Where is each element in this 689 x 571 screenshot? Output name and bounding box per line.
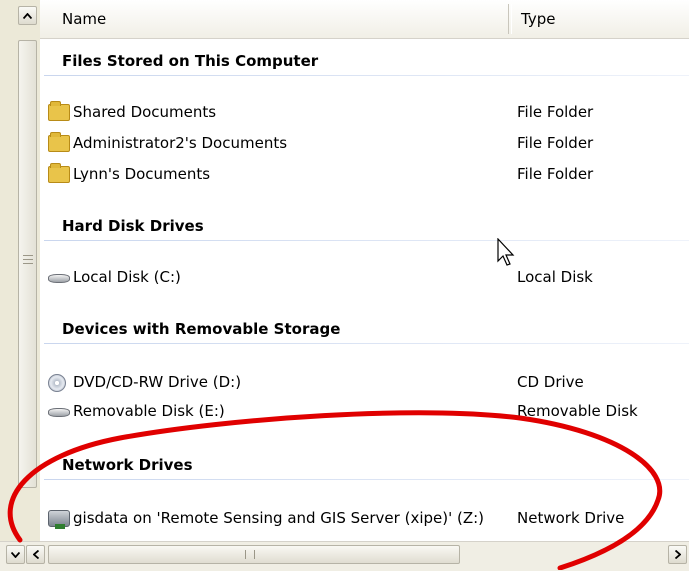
list-item[interactable]: Lynn's Documents File Folder (44, 163, 684, 185)
list-item[interactable]: gisdata on 'Remote Sensing and GIS Serve… (44, 507, 684, 529)
folder-icon (48, 132, 70, 152)
vertical-scroll-thumb[interactable] (18, 40, 37, 488)
item-type: File Folder (517, 103, 594, 121)
shared-folder-icon (48, 101, 70, 121)
item-type: Local Disk (517, 268, 593, 286)
column-divider[interactable] (508, 4, 512, 34)
item-type: CD Drive (517, 373, 584, 391)
item-name: DVD/CD-RW Drive (D:) (73, 373, 242, 391)
item-name: Lynn's Documents (73, 165, 211, 183)
horizontal-scroll-thumb[interactable] (48, 545, 460, 564)
group-divider (44, 343, 689, 344)
cd-drive-icon (48, 374, 66, 392)
column-type-header[interactable]: Type (521, 10, 555, 28)
scroll-right-button[interactable] (668, 545, 687, 564)
column-header: Name Type (0, 0, 689, 39)
item-type: Network Drive (517, 509, 625, 527)
list-item[interactable]: Administrator2's Documents File Folder (44, 132, 684, 154)
list-item[interactable]: Local Disk (C:) Local Disk (44, 266, 684, 288)
vertical-scrollbar[interactable] (0, 0, 40, 570)
item-name: Administrator2's Documents (73, 134, 288, 152)
group-title-files: Files Stored on This Computer (62, 52, 319, 70)
list-item[interactable]: DVD/CD-RW Drive (D:) CD Drive (44, 371, 684, 393)
item-type: Removable Disk (517, 402, 638, 420)
hard-drive-icon (48, 274, 70, 283)
scroll-left-button[interactable] (26, 545, 45, 564)
group-title-network: Network Drives (62, 456, 193, 474)
item-name: gisdata on 'Remote Sensing and GIS Serve… (73, 509, 485, 527)
chevron-left-icon (32, 550, 39, 559)
network-drive-icon (48, 510, 70, 529)
group-title-removable: Devices with Removable Storage (62, 320, 341, 338)
chevron-down-icon (11, 551, 20, 558)
group-divider (44, 479, 689, 480)
scroll-up-button[interactable] (18, 6, 37, 25)
list-item[interactable]: Removable Disk (E:) Removable Disk (44, 400, 684, 422)
scroll-down-button[interactable] (6, 545, 25, 564)
item-name: Local Disk (C:) (73, 268, 181, 286)
chevron-up-icon (23, 12, 32, 19)
item-type: File Folder (517, 134, 594, 152)
list-item[interactable]: Shared Documents File Folder (44, 101, 684, 123)
removable-drive-icon (48, 408, 70, 417)
group-title-hard-disk: Hard Disk Drives (62, 217, 204, 235)
item-name: Removable Disk (E:) (73, 402, 225, 420)
folder-icon (48, 163, 70, 183)
group-divider (44, 75, 689, 76)
item-type: File Folder (517, 165, 594, 183)
column-name-header[interactable]: Name (62, 10, 106, 28)
item-name: Shared Documents (73, 103, 217, 121)
group-divider (44, 240, 689, 241)
chevron-right-icon (674, 550, 681, 559)
mouse-cursor-icon (497, 238, 515, 266)
